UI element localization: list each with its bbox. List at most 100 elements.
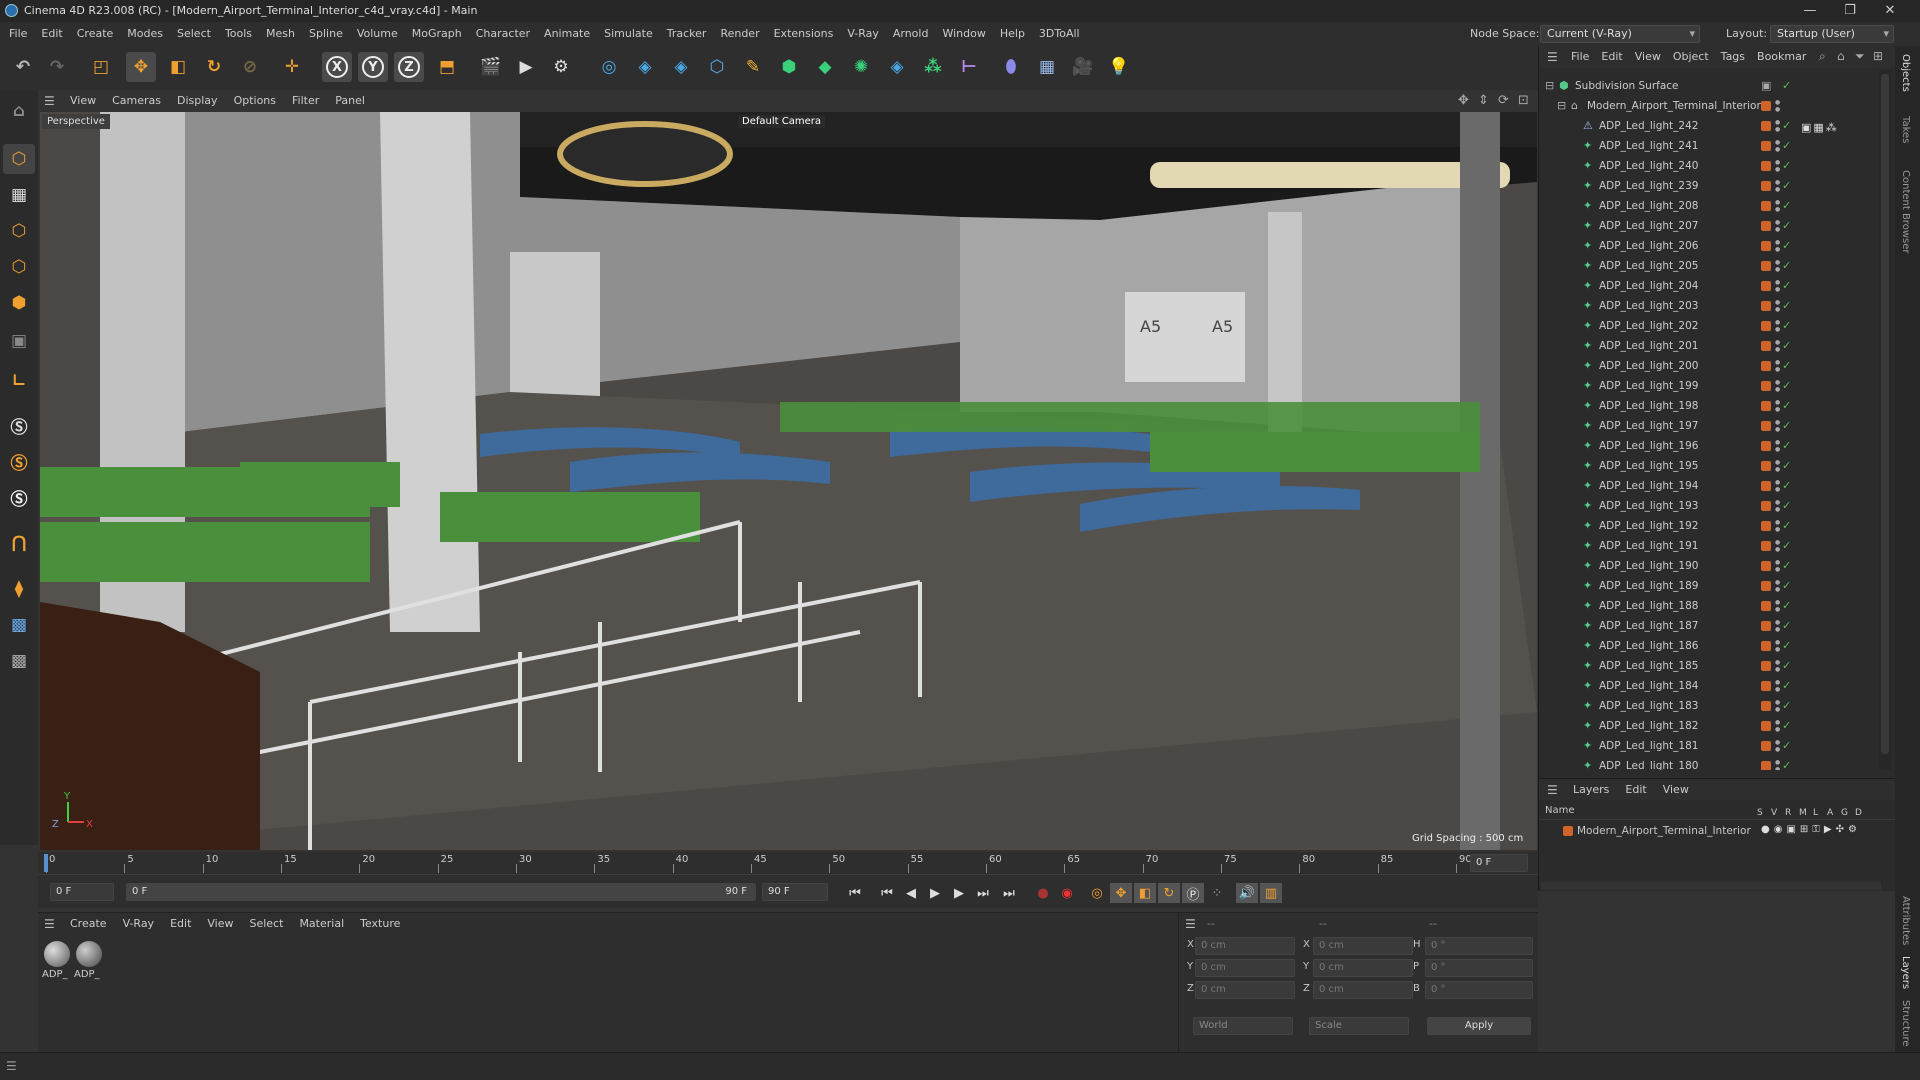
layer-color-tag[interactable]: [1761, 761, 1771, 770]
material-menu-material[interactable]: Material: [291, 913, 352, 935]
viewport-move-icon[interactable]: ✥: [1458, 93, 1469, 108]
menu-item-render[interactable]: Render: [713, 22, 766, 46]
layer-toggle-icons[interactable]: ●◉▣⊞⚿▶✣⚙: [1761, 824, 1861, 835]
recent-tool-icon[interactable]: ⊘: [235, 52, 265, 82]
visibility-dots-icon[interactable]: ● ●: [1775, 479, 1780, 493]
material-menu-edit[interactable]: Edit: [162, 913, 199, 935]
transform-icon[interactable]: ✛: [277, 52, 307, 82]
visibility-dots-icon[interactable]: ● ●: [1775, 159, 1780, 173]
viewport-menu-panel[interactable]: Panel: [327, 90, 373, 112]
tab-structure[interactable]: Structure: [1900, 1000, 1911, 1047]
material-thumb-2[interactable]: [76, 941, 102, 967]
enabled-check-icon[interactable]: ✓: [1782, 696, 1791, 716]
object-row[interactable]: ✦ ADP_Led_light_188 ● ● ✓: [1539, 596, 1879, 616]
viewport-zoom-icon[interactable]: ⇕: [1478, 93, 1489, 108]
object-row-group[interactable]: ⊟ ⌂ Modern_Airport_Terminal_Interior ● ●: [1539, 96, 1879, 116]
layer-color-tag[interactable]: [1761, 581, 1771, 591]
object-row-root[interactable]: ⊟ ⬢ Subdivision Surface ▣ ✓: [1539, 76, 1879, 96]
object-row[interactable]: ✦ ADP_Led_light_194 ● ● ✓: [1539, 476, 1879, 496]
visibility-dots-icon[interactable]: ● ●: [1775, 119, 1780, 133]
tab-takes[interactable]: Takes: [1900, 116, 1911, 143]
pen-icon[interactable]: ✎: [738, 52, 768, 82]
coord-field-c[interactable]: 0 °: [1425, 937, 1533, 955]
prev-frame-icon[interactable]: ◀: [900, 883, 922, 903]
coord-field-b[interactable]: 0 cm: [1313, 959, 1413, 977]
layer-color-tag[interactable]: [1761, 681, 1771, 691]
redo-icon[interactable]: ↷: [42, 52, 72, 82]
visibility-dots-icon[interactable]: ● ●: [1775, 339, 1780, 353]
visibility-dots-icon[interactable]: ● ●: [1775, 619, 1780, 633]
menu-item-volume[interactable]: Volume: [350, 22, 405, 46]
visibility-dots-icon[interactable]: ● ●: [1775, 679, 1780, 693]
material-menu-create[interactable]: Create: [62, 913, 115, 935]
menu-item-simulate[interactable]: Simulate: [597, 22, 660, 46]
menu-item-tracker[interactable]: Tracker: [660, 22, 714, 46]
enabled-check-icon[interactable]: ✓: [1782, 656, 1791, 676]
coord-field-a[interactable]: 0 cm: [1195, 959, 1295, 977]
enabled-check-icon[interactable]: ✓: [1782, 276, 1791, 296]
rotate-icon[interactable]: ↻: [199, 52, 229, 82]
visibility-dots-icon[interactable]: ● ●: [1775, 219, 1780, 233]
goto-end-icon[interactable]: ⏭: [998, 883, 1020, 903]
camera-label[interactable]: Default Camera: [738, 115, 825, 128]
range-slider[interactable]: 0 F 90 F: [126, 883, 756, 901]
workplane-icon[interactable]: ⧫: [3, 574, 35, 604]
apply-button[interactable]: Apply: [1427, 1017, 1531, 1035]
material-hamburger-icon[interactable]: ☰: [44, 917, 55, 931]
enabled-check-icon[interactable]: ✓: [1782, 236, 1791, 256]
points-mode-icon[interactable]: ⬡: [3, 216, 35, 246]
layers-menu-view[interactable]: View: [1655, 779, 1697, 801]
viewport[interactable]: A5 A5 Y Z X Perspective Default Camera G…: [40, 112, 1537, 850]
enabled-check-icon[interactable]: ✓: [1782, 356, 1791, 376]
enabled-check-icon[interactable]: ✓: [1782, 636, 1791, 656]
status-hamburger-icon[interactable]: ☰: [6, 1059, 17, 1073]
object-scrollbar[interactable]: [1879, 70, 1891, 770]
layers-menu-edit[interactable]: Edit: [1617, 779, 1654, 801]
layer-color-tag[interactable]: [1761, 621, 1771, 631]
layer-scrollbar[interactable]: [1541, 882, 1881, 890]
layer-color-tag[interactable]: [1761, 281, 1771, 291]
layer-color-tag[interactable]: [1761, 481, 1771, 491]
layer-color-tag[interactable]: [1761, 381, 1771, 391]
sound-icon[interactable]: 🔊: [1236, 883, 1258, 903]
layer-color-tag[interactable]: [1761, 141, 1771, 151]
coord-field-a[interactable]: 0 cm: [1195, 937, 1295, 955]
play-icon[interactable]: ▶: [924, 883, 946, 903]
layer-color-tag[interactable]: [1761, 241, 1771, 251]
menu-item-character[interactable]: Character: [469, 22, 537, 46]
home-icon[interactable]: ⌂: [1837, 49, 1845, 63]
layer-color-swatch[interactable]: [1563, 826, 1573, 836]
enabled-check-icon[interactable]: ✓: [1782, 116, 1791, 136]
enabled-check-icon[interactable]: ✓: [1782, 496, 1791, 516]
visibility-dots-icon[interactable]: ● ●: [1775, 279, 1780, 293]
viewport-rotate-icon[interactable]: ⟳: [1498, 93, 1509, 108]
layout-select[interactable]: Startup (User): [1770, 25, 1894, 43]
z-axis-lock[interactable]: Z: [394, 52, 424, 82]
layer-color-tag[interactable]: [1761, 441, 1771, 451]
menu-item-spline[interactable]: Spline: [302, 22, 350, 46]
effector-icon[interactable]: ◈: [882, 52, 912, 82]
layer-color-tag[interactable]: [1761, 721, 1771, 731]
enabled-check-icon[interactable]: ✓: [1782, 376, 1791, 396]
next-key-icon[interactable]: ⏭: [972, 883, 994, 903]
layer-color-tag[interactable]: [1761, 121, 1771, 131]
visibility-dots-icon[interactable]: ● ●: [1775, 639, 1780, 653]
visibility-dots-icon[interactable]: ● ●: [1775, 139, 1780, 153]
menu-item-help[interactable]: Help: [993, 22, 1032, 46]
visibility-dots-icon[interactable]: ● ●: [1775, 699, 1780, 713]
object-row[interactable]: ✦ ADP_Led_light_205 ● ● ✓: [1539, 256, 1879, 276]
cloner-icon[interactable]: ✺: [846, 52, 876, 82]
layer-color-tag[interactable]: [1761, 361, 1771, 371]
objects-menu-object[interactable]: Object: [1667, 46, 1715, 68]
layer-color-tag[interactable]: [1761, 501, 1771, 511]
layer-color-tag[interactable]: [1761, 541, 1771, 551]
uv-mode-icon[interactable]: ▣: [3, 326, 35, 356]
enabled-check-icon[interactable]: ✓: [1782, 576, 1791, 596]
live-selection-icon[interactable]: ◰: [86, 52, 116, 82]
coordinate-system-icon[interactable]: ⬒: [432, 52, 462, 82]
playhead[interactable]: [44, 854, 48, 872]
viewport-hamburger-icon[interactable]: ☰: [44, 94, 55, 108]
material-menu-view[interactable]: View: [199, 913, 241, 935]
visibility-dots-icon[interactable]: ● ●: [1775, 199, 1780, 213]
key-param-icon[interactable]: Ⓟ: [1182, 883, 1204, 903]
